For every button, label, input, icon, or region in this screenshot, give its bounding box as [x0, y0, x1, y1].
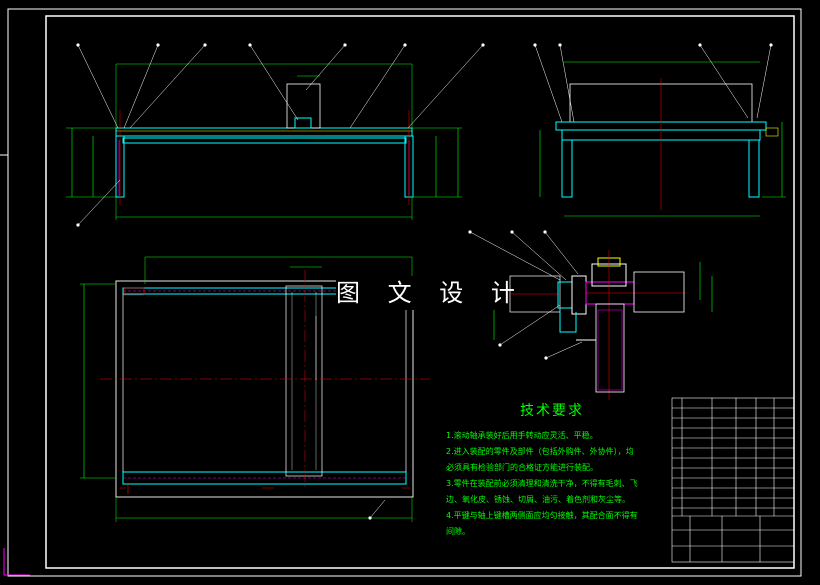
tech-note-line: 4.平键与轴上键槽两侧面应均匀接触，其配合面不得有 [446, 511, 638, 520]
title-block [671, 397, 795, 563]
tech-note-line: 1.滚动轴承装好后用手转动应灵活、平稳。 [446, 431, 598, 440]
tech-requirements-notes: 1.滚动轴承装好后用手转动应灵活、平稳。 2.进入装配的零件及部件（包括外购件、… [446, 428, 664, 540]
front-view [66, 43, 485, 227]
tech-note-line: 间隙。 [446, 527, 470, 536]
tech-note-line: 3.零件在装配前必须清理和清洗干净，不得有毛刺、飞 [446, 479, 638, 488]
side-view [533, 43, 786, 217]
detail-view [468, 230, 713, 400]
tech-note-line: 边、氧化皮、锈蚀、切屑、油污、着色剂和灰尘等。 [446, 495, 630, 504]
watermark-text: 图 文 设 计 [336, 276, 515, 310]
tech-note-line: 2.进入装配的零件及部件（包括外购件、外协件），均 [446, 447, 634, 456]
tech-note-line: 必须具有检验部门的合格证方能进行装配。 [446, 463, 598, 472]
tech-requirements-title: 技术要求 [520, 403, 584, 419]
